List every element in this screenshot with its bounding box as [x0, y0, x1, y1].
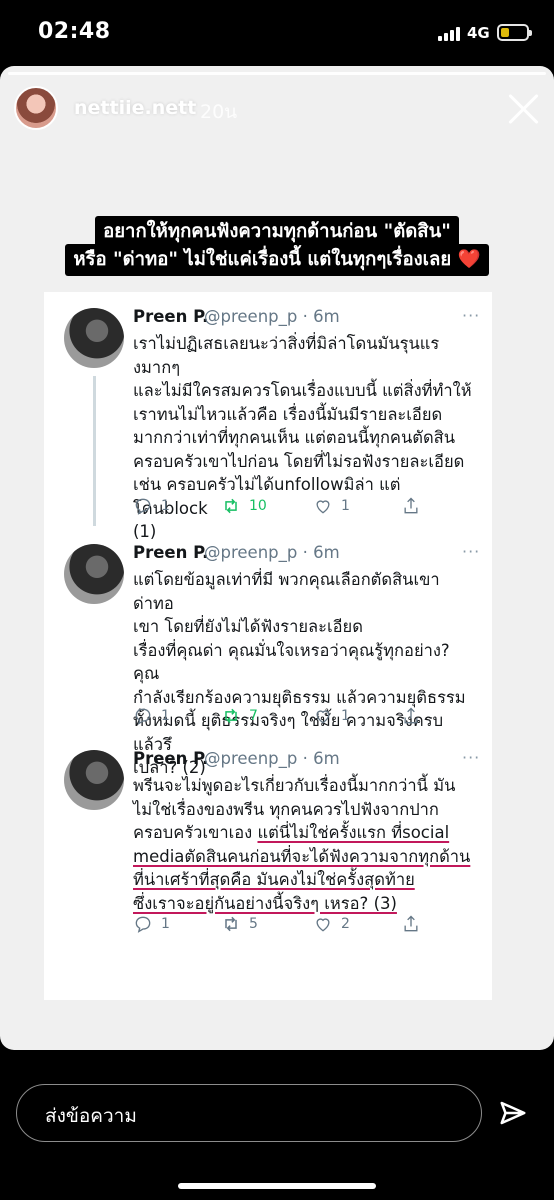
home-indicator [178, 1183, 376, 1189]
story-username[interactable]: nettiie.nett [74, 97, 196, 119]
story-progress-bar [8, 72, 546, 75]
reply-action: 1 [133, 706, 170, 726]
tweet-avatar [64, 308, 124, 368]
send-message-placeholder: ส่งข้อความ [45, 1105, 137, 1127]
send-icon[interactable] [498, 1098, 528, 1128]
share-action [401, 496, 421, 516]
battery-icon [497, 24, 532, 41]
tweet-3: Preen P. @preenp_p · 6m ··· พรีนจะไม่พูด… [44, 734, 492, 1000]
retweet-action: 10 [221, 496, 267, 516]
thread-connector-line [93, 376, 96, 526]
retweet-icon [225, 498, 237, 514]
tweet-handle-time: @preenp_p · 6m [204, 749, 340, 768]
retweet-icon [225, 708, 237, 724]
tweet-avatar [64, 750, 124, 810]
tweet-2: Preen P. @preenp_p · 6m ··· แต่โดยข้อมูล… [44, 528, 492, 777]
tweet-avatar [64, 544, 124, 604]
tweet-author-name: Preen P. [133, 543, 209, 562]
reply-icon [135, 498, 151, 515]
tweet-author-name: Preen P. [133, 307, 209, 326]
reply-action: 1 [133, 914, 170, 934]
tweet-thread-screenshot: Preen P. @preenp_p · 6m ··· เราไม่ปฏิเสธ… [44, 292, 492, 1000]
story-time-ago: 20น [200, 101, 238, 123]
share-action [401, 706, 421, 726]
reply-action: 1 [133, 496, 170, 516]
close-icon[interactable] [506, 92, 540, 126]
send-message-input[interactable]: ส่งข้อความ [16, 1084, 482, 1142]
network-label: 4G [467, 24, 490, 42]
tweet-1: Preen P. @preenp_p · 6m ··· เราไม่ปฏิเสธ… [44, 292, 492, 541]
story-caption-line-2: หรือ "ด่าทอ" ไม่ใช่แค่เรื่องนี้ แต่ในทุก… [0, 244, 554, 276]
like-action: 2 [313, 914, 350, 934]
tweet-actions: 1 5 2 [133, 914, 473, 938]
tweet-handle-time: @preenp_p · 6m [204, 543, 340, 562]
reply-icon [135, 916, 151, 933]
tweet-author-name: Preen P. [133, 749, 209, 768]
share-icon [404, 915, 418, 932]
tweet-actions: 1 10 1 [133, 496, 473, 520]
more-options-icon: ··· [462, 306, 481, 325]
heart-icon [316, 500, 330, 514]
share-icon [404, 497, 418, 514]
status-bar: 02:48 4G [0, 0, 554, 66]
more-options-icon: ··· [462, 542, 481, 561]
tweet-actions: 1 7 1 [133, 706, 473, 730]
share-action [401, 914, 421, 934]
heart-icon [316, 918, 330, 932]
highlighted-text: แต่นี่ไม่ใช่ครั้งแรก ที่social [257, 823, 450, 842]
signal-icon [438, 27, 462, 41]
status-time: 02:48 [38, 19, 111, 44]
tweet-text: พรีนจะไม่พูดอะไรเกี่ยวกับเรื่องนี้มากกว่… [133, 776, 471, 913]
story-header: nettiie.nett 20น [14, 86, 540, 132]
tweet-handle-time: @preenp_p · 6m [204, 307, 340, 326]
more-options-icon: ··· [462, 748, 481, 767]
story-card[interactable]: nettiie.nett 20น อยากให้ทุกคนฟังความทุกด… [0, 66, 554, 1050]
retweet-action: 7 [221, 706, 258, 726]
like-action: 1 [313, 496, 350, 516]
reply-icon [135, 708, 151, 725]
retweet-icon [225, 916, 237, 932]
retweet-action: 5 [221, 914, 258, 934]
story-avatar[interactable] [14, 86, 58, 130]
heart-icon [316, 710, 330, 724]
like-action: 1 [313, 706, 350, 726]
share-icon [404, 707, 418, 724]
